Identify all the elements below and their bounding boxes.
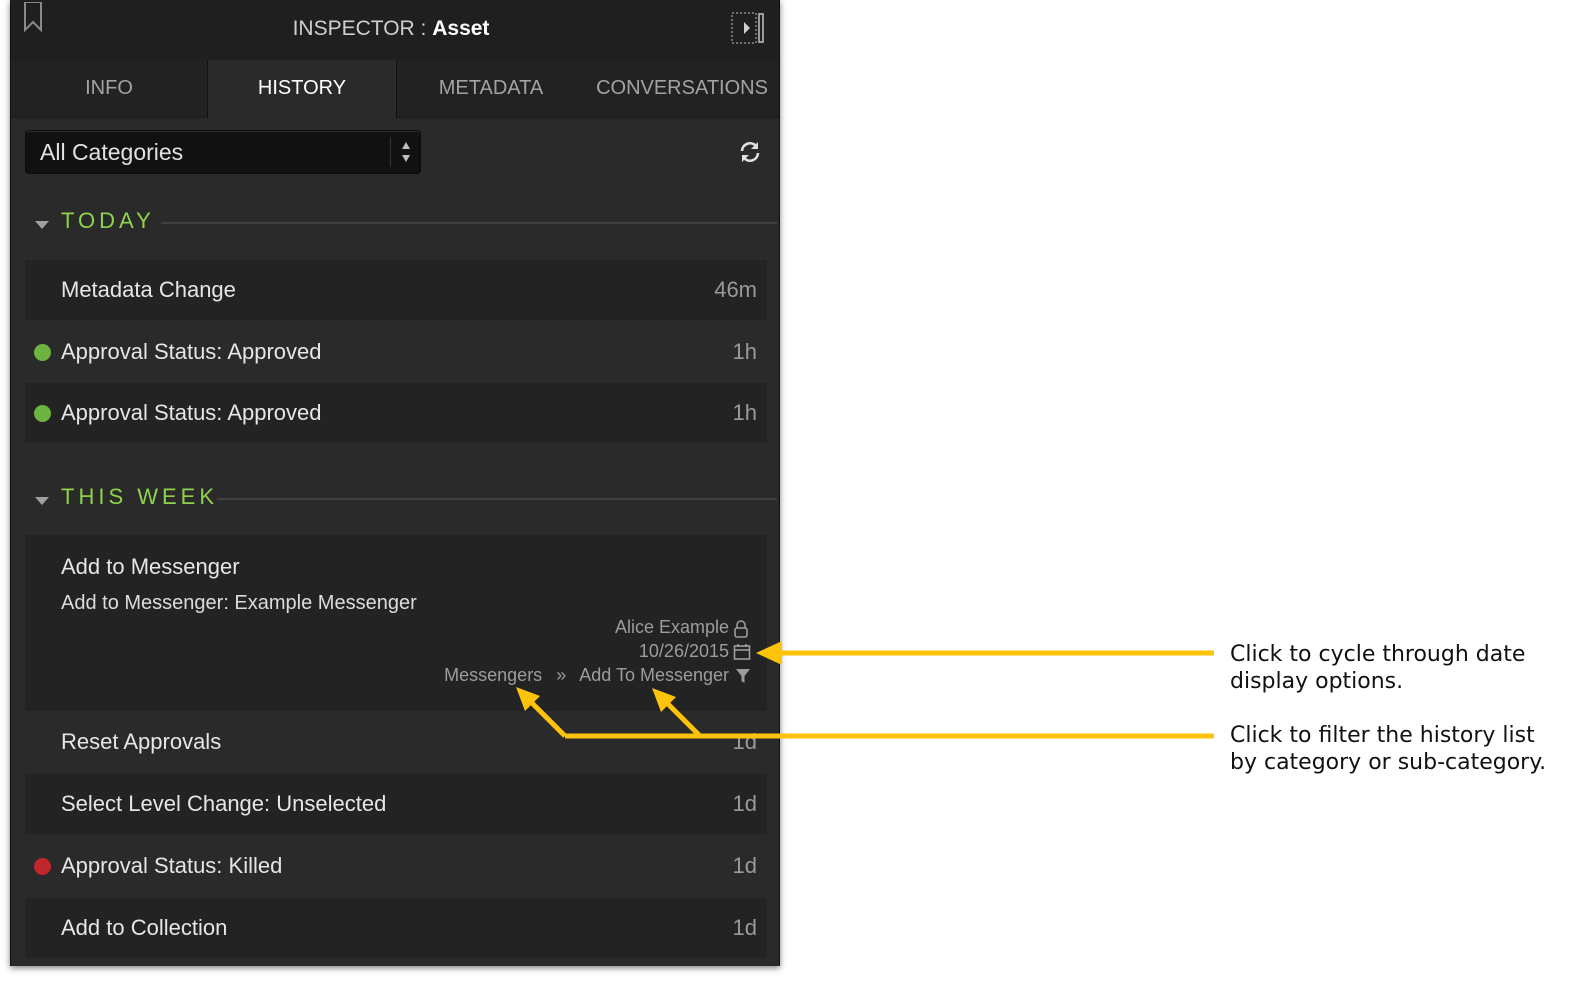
date-callout-text: Click to cycle through date display opti… (1230, 642, 1526, 694)
filter-callout-arrow (516, 687, 1214, 739)
callout-arrows (516, 641, 1214, 739)
date-callout-arrow (756, 641, 1214, 665)
filter-callout-text: Click to filter the history list by cate… (1230, 723, 1547, 775)
